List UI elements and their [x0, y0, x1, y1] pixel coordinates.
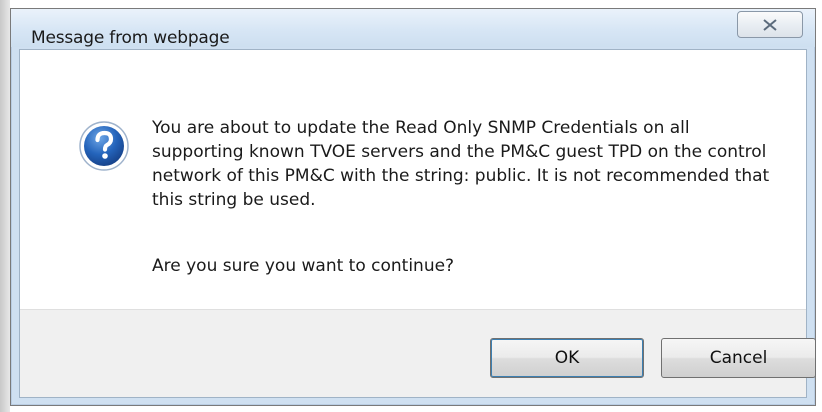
dialog-titlebar[interactable]: Message from webpage — [11, 9, 815, 48]
close-button[interactable] — [737, 11, 803, 38]
ok-button[interactable]: OK — [490, 338, 644, 378]
dialog-title: Message from webpage — [31, 28, 230, 48]
message-text: You are about to update the Read Only SN… — [152, 118, 770, 210]
dialog-content: You are about to update the Read Only SN… — [19, 49, 816, 398]
background-window-edge — [0, 0, 10, 412]
question-icon — [78, 120, 130, 172]
message-dialog: Message from webpage You are about to up… — [10, 8, 816, 406]
cancel-button[interactable]: Cancel — [661, 338, 816, 378]
dialog-button-bar: OK Cancel — [20, 309, 816, 397]
close-x-icon — [763, 18, 777, 31]
confirmation-question: Are you sure you want to continue? — [152, 256, 455, 276]
